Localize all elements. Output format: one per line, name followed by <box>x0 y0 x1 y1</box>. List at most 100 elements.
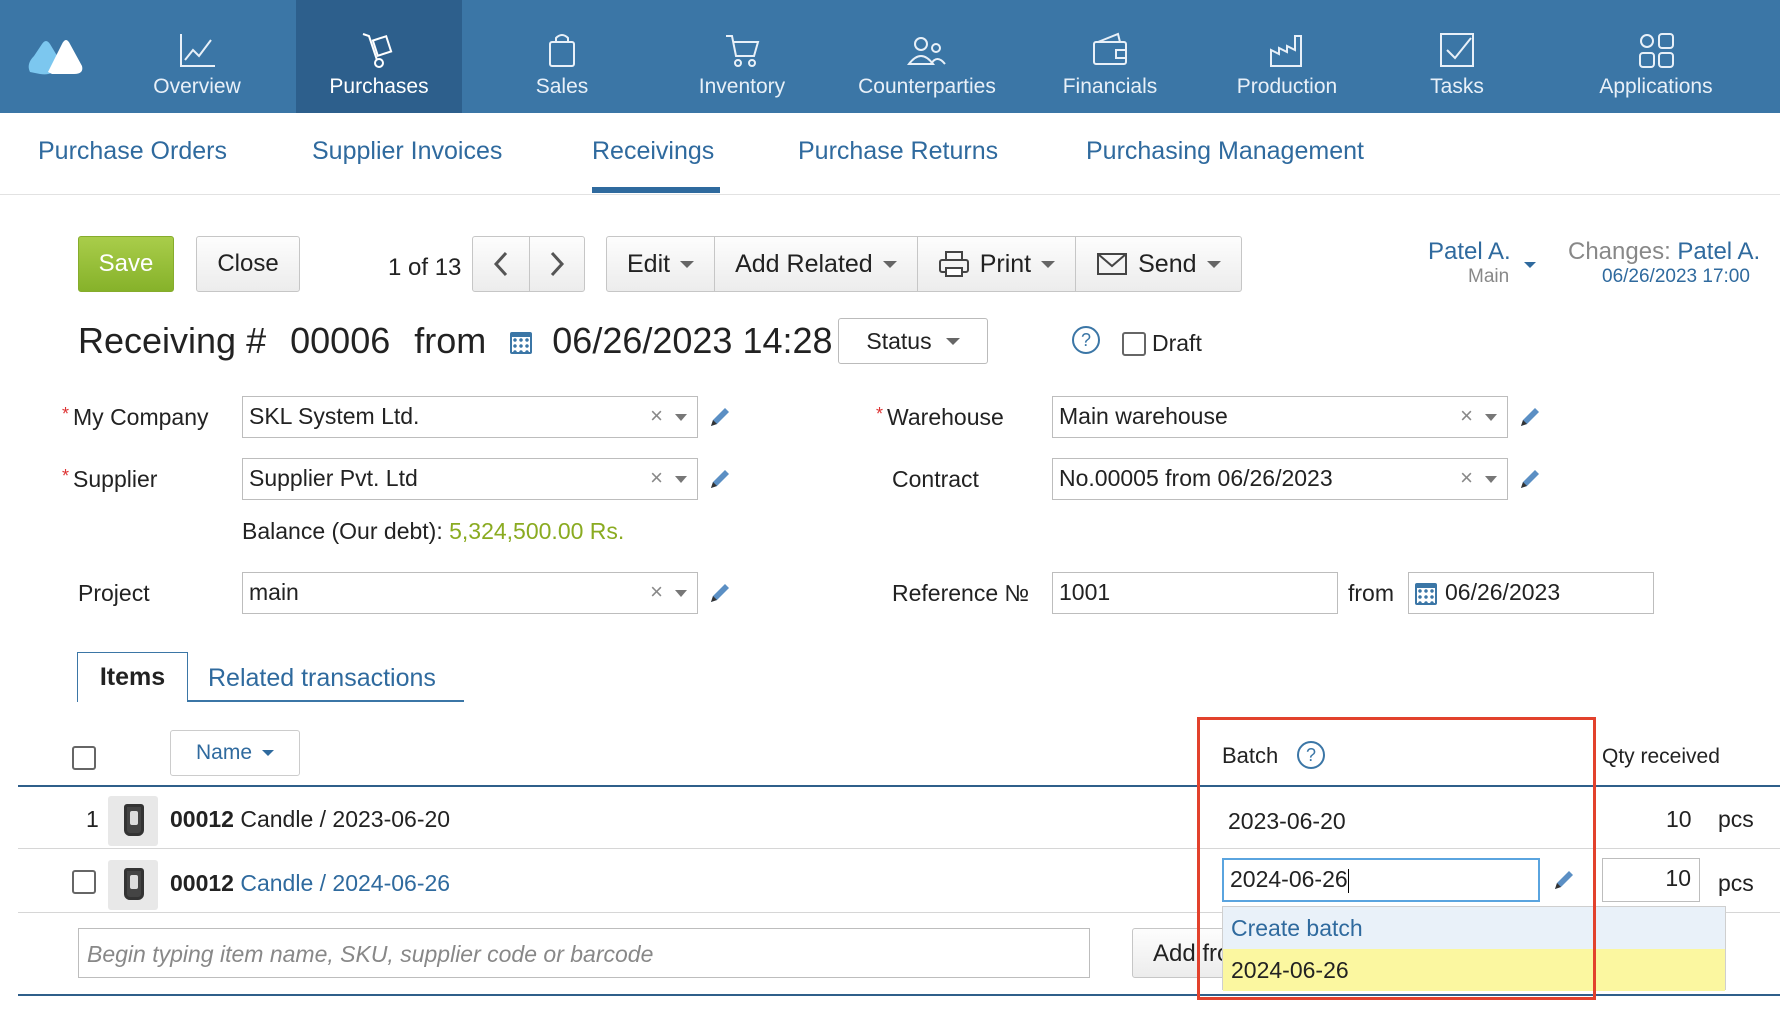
product-thumbnail[interactable] <box>108 796 158 846</box>
my-company-value: SKL System Ltd. <box>249 403 420 429</box>
select-all-checkbox[interactable] <box>72 746 96 770</box>
send-menu-button[interactable]: Send <box>1076 237 1240 291</box>
clear-icon[interactable]: × <box>1460 465 1473 491</box>
chevron-down-icon[interactable] <box>675 414 687 421</box>
nav-purchases[interactable]: Purchases <box>296 0 462 113</box>
my-company-label: * My Company <box>62 404 209 431</box>
pencil-icon[interactable] <box>708 405 732 429</box>
product-title: Candle / 2023-06-20 <box>240 806 451 832</box>
project-field[interactable]: main × <box>242 572 698 614</box>
chevron-down-icon[interactable] <box>1485 476 1497 483</box>
nav-counterparties[interactable]: Counterparties <box>842 0 1012 113</box>
chevron-down-icon <box>680 260 695 268</box>
create-batch-option[interactable]: Create batch <box>1223 907 1725 949</box>
save-button[interactable]: Save <box>78 236 174 292</box>
batch-input[interactable]: 2024-06-26 <box>1222 858 1540 902</box>
warehouse-field[interactable]: Main warehouse × <box>1052 396 1508 438</box>
chevron-down-icon[interactable] <box>675 590 687 597</box>
chevron-down-icon[interactable] <box>1485 414 1497 421</box>
changes-user-link[interactable]: Patel A. <box>1677 238 1760 265</box>
product-thumbnail[interactable] <box>108 860 158 910</box>
my-company-field[interactable]: SKL System Ltd. × <box>242 396 698 438</box>
supplier-field[interactable]: Supplier Pvt. Ltd × <box>242 458 698 500</box>
pencil-icon[interactable] <box>1518 467 1542 491</box>
chevron-right-icon <box>550 251 565 277</box>
product-code: 00012 <box>170 806 234 832</box>
tab-items[interactable]: Items <box>77 652 188 702</box>
project-value: main <box>249 579 299 605</box>
wallet-icon <box>1093 32 1127 65</box>
document-number[interactable]: 00006 <box>290 320 390 361</box>
previous-record-button[interactable] <box>472 236 530 292</box>
close-button[interactable]: Close <box>196 236 300 292</box>
calendar-icon[interactable] <box>510 332 533 355</box>
batch-option[interactable]: 2024-06-26 <box>1223 949 1725 991</box>
product-link[interactable]: Candle / 2024-06-26 <box>240 870 450 896</box>
add-related-menu-button[interactable]: Add Related <box>715 237 918 291</box>
batch-column-header: Batch <box>1222 743 1279 768</box>
warehouse-label-text: Warehouse <box>887 404 1004 430</box>
clear-icon[interactable]: × <box>650 403 663 429</box>
nav-overview[interactable]: Overview <box>118 0 276 113</box>
item-search-input[interactable]: Begin typing item name, SKU, supplier co… <box>78 928 1090 978</box>
name-column-sort-button[interactable]: Name <box>170 730 300 776</box>
contract-field[interactable]: No.00005 from 06/26/2023 × <box>1052 458 1508 500</box>
calendar-icon[interactable] <box>1415 582 1437 605</box>
print-menu-button[interactable]: Print <box>918 237 1077 291</box>
nav-applications[interactable]: Applications <box>1584 0 1728 113</box>
required-marker: * <box>62 466 70 486</box>
clear-icon[interactable]: × <box>650 579 663 605</box>
pencil-icon[interactable] <box>708 581 732 605</box>
subnav-purchasing-management[interactable]: Purchasing Management <box>1086 137 1364 166</box>
qty-value[interactable]: 10 <box>1666 806 1692 833</box>
clear-icon[interactable]: × <box>650 465 663 491</box>
balance-amount[interactable]: 5,324,500.00 Rs. <box>449 518 624 544</box>
status-label: Status <box>866 327 932 354</box>
send-label: Send <box>1138 249 1197 278</box>
unit-label: pcs <box>1718 806 1754 832</box>
edit-label: Edit <box>627 249 671 278</box>
chevron-down-icon[interactable] <box>1524 262 1536 268</box>
nav-production[interactable]: Production <box>1208 0 1366 113</box>
help-icon[interactable]: ? <box>1072 326 1100 354</box>
reference-number-field[interactable]: 1001 <box>1052 572 1338 614</box>
draft-checkbox[interactable] <box>1122 332 1146 356</box>
reference-date-field[interactable]: 06/26/2023 <box>1408 572 1654 614</box>
batch-input-value: 2024-06-26 <box>1230 866 1348 892</box>
document-title: Receiving # 00006 from 06/26/2023 14:28 <box>78 320 847 362</box>
print-label: Print <box>979 249 1032 278</box>
next-record-button[interactable] <box>529 236 585 292</box>
help-icon[interactable]: ? <box>1297 741 1325 769</box>
status-dropdown[interactable]: Status <box>838 318 988 364</box>
nav-tasks[interactable]: Tasks <box>1386 0 1528 113</box>
batch-suggestion-dropdown: Create batch 2024-06-26 <box>1222 906 1726 991</box>
pencil-icon[interactable] <box>708 467 732 491</box>
user-menu[interactable]: Patel A. <box>1428 238 1511 266</box>
document-datetime[interactable]: 06/26/2023 14:28 <box>552 320 832 361</box>
chevron-down-icon[interactable] <box>675 476 687 483</box>
pencil-icon[interactable] <box>1552 868 1576 892</box>
nav-sales-label: Sales <box>535 75 589 98</box>
qty-input[interactable]: 10 <box>1602 858 1700 902</box>
row-checkbox[interactable] <box>72 870 96 894</box>
edit-menu-button[interactable]: Edit <box>607 237 716 291</box>
app-logo-icon[interactable] <box>26 34 84 76</box>
add-from-button[interactable]: Add from <box>1132 928 1232 978</box>
subnav-purchase-orders[interactable]: Purchase Orders <box>38 137 227 166</box>
subnav-supplier-invoices[interactable]: Supplier Invoices <box>312 137 502 166</box>
nav-financials[interactable]: Financials <box>1032 0 1188 113</box>
envelope-icon <box>1097 253 1128 275</box>
clear-icon[interactable]: × <box>1460 403 1473 429</box>
title-from: from <box>414 320 487 361</box>
batch-value[interactable]: 2023-06-20 <box>1228 808 1346 835</box>
shopping-bag-icon <box>549 34 575 67</box>
changes-date[interactable]: 06/26/2023 17:00 <box>1602 266 1750 288</box>
table-bottom-divider <box>18 994 1780 996</box>
subnav-receivings[interactable]: Receivings <box>592 137 714 166</box>
nav-inventory[interactable]: Inventory <box>664 0 820 113</box>
pencil-icon[interactable] <box>1518 405 1542 429</box>
printer-icon <box>938 251 969 277</box>
tab-related-transactions[interactable]: Related transactions <box>208 664 436 693</box>
subnav-purchase-returns[interactable]: Purchase Returns <box>798 137 998 166</box>
nav-sales[interactable]: Sales <box>482 0 642 113</box>
